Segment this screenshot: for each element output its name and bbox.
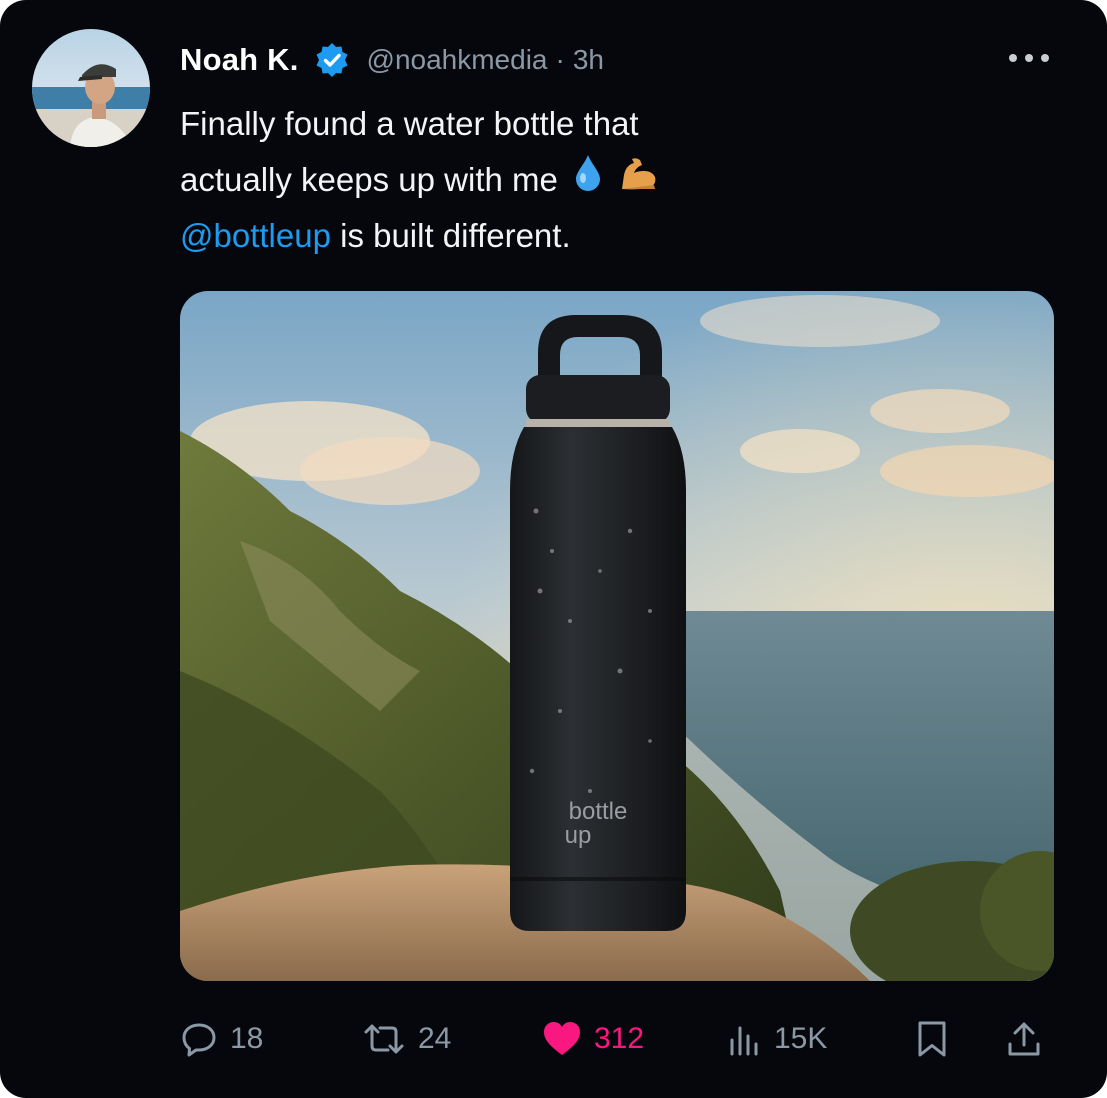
views-icon <box>730 1026 758 1056</box>
bookmark-button[interactable] <box>916 1014 948 1064</box>
action-bar: 18 24 312 15K <box>180 1014 1054 1064</box>
more-icon[interactable] <box>1009 48 1049 68</box>
bookmark-icon <box>918 1021 946 1057</box>
heart-icon <box>544 1022 580 1055</box>
repost-icon <box>364 1024 404 1054</box>
separator-dot: · <box>555 44 565 75</box>
post-card: Noah K. @noahkmedia · 3h Finally found a… <box>0 0 1107 1098</box>
author-name[interactable]: Noah K. <box>180 42 299 78</box>
post-image[interactable]: bottle up <box>180 291 1054 981</box>
share-button[interactable] <box>1006 1014 1042 1064</box>
post-header: Noah K. @noahkmedia · 3h <box>180 38 604 82</box>
post-text-line-1: Finally found a water bottle that <box>180 105 639 142</box>
post-time[interactable]: 3h <box>573 44 604 76</box>
post-text-line-3: is built different. <box>330 217 571 254</box>
author-handle[interactable]: @noahkmedia <box>367 44 548 76</box>
reply-button[interactable]: 18 <box>180 1014 263 1064</box>
like-count: 312 <box>594 1022 645 1055</box>
mention-link[interactable]: @bottleup <box>180 208 331 264</box>
post-text: Finally found a water bottle that actual… <box>180 96 658 264</box>
reply-count: 18 <box>230 1022 264 1055</box>
flexed-biceps-icon <box>618 152 658 208</box>
like-button[interactable]: 312 <box>542 1014 644 1064</box>
bottle-brand-line-2: up <box>565 822 592 849</box>
post-text-line-2: actually keeps up with me <box>180 161 558 198</box>
reply-icon <box>182 1023 216 1057</box>
share-icon <box>1008 1022 1040 1056</box>
bottle-brand-line-1: bottle <box>569 798 628 825</box>
repost-count: 24 <box>418 1022 452 1055</box>
views-count: 15K <box>774 1022 828 1055</box>
avatar[interactable] <box>32 29 150 147</box>
repost-button[interactable]: 24 <box>362 1014 451 1064</box>
verified-badge-icon <box>313 41 351 79</box>
views-button[interactable]: 15K <box>728 1014 827 1064</box>
water-drop-icon <box>572 152 604 208</box>
